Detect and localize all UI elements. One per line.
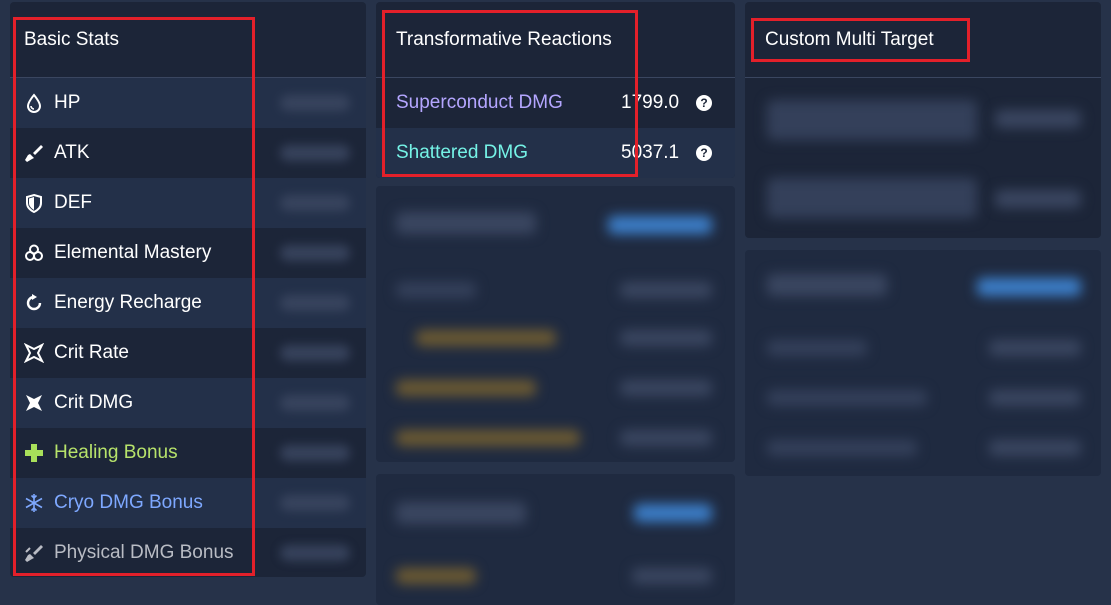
blurred-value: [280, 395, 350, 411]
stat-row: Crit DMG: [10, 378, 366, 428]
transformative-title: Transformative Reactions: [396, 28, 612, 50]
basic-stats-list: HP ATK DEF Elemental Mastery Energy Recharge…: [10, 78, 366, 577]
blurred-content: [632, 568, 712, 584]
stat-label: Healing Bonus: [54, 442, 178, 463]
blurred-panel-middle-2: [376, 474, 735, 605]
blurred-content: [977, 278, 1081, 296]
blurred-content: [989, 340, 1081, 356]
sword-icon: [24, 143, 44, 163]
stat-row: DEF: [10, 178, 366, 228]
blurred-content: [767, 178, 977, 218]
blurred-content: [620, 282, 712, 298]
blurred-content: [396, 380, 536, 396]
custom-multi-target-header: Custom Multi Target: [745, 2, 1101, 78]
stat-label: Crit DMG: [54, 392, 134, 413]
crit-dmg-icon: [24, 393, 44, 413]
snowflake-icon: [24, 493, 44, 513]
stat-label: HP: [54, 92, 81, 113]
drop-icon: [24, 93, 44, 113]
blurred-value: [280, 345, 350, 361]
stat-row: ATK: [10, 128, 366, 178]
blurred-content: [989, 390, 1081, 406]
stat-row: Healing Bonus: [10, 428, 366, 478]
blurred-panel-middle-1: [376, 186, 735, 462]
reaction-row-shattered: Shattered DMG 5037.1 ?: [376, 128, 735, 178]
blurred-content: [620, 380, 712, 396]
blurred-content: [767, 340, 867, 356]
physical-icon: [24, 543, 44, 563]
blurred-content: [995, 110, 1081, 128]
stat-row: Energy Recharge: [10, 278, 366, 328]
transformative-header: Transformative Reactions: [376, 2, 735, 78]
blurred-value: [280, 295, 350, 311]
blurred-value: [280, 445, 350, 461]
stat-label: Elemental Mastery: [54, 242, 212, 263]
blurred-content: [767, 100, 977, 140]
stat-label: Cryo DMG Bonus: [54, 492, 203, 513]
blurred-content: [620, 430, 712, 446]
blurred-content: [396, 502, 526, 524]
stat-label: Crit Rate: [54, 342, 129, 363]
stat-label: Physical DMG Bonus: [54, 542, 234, 563]
blurred-content: [396, 282, 476, 298]
recharge-icon: [24, 293, 44, 313]
custom-multi-target-panel: Custom Multi Target: [745, 2, 1101, 238]
blurred-content: [634, 504, 712, 522]
blurred-content: [767, 274, 887, 296]
stat-label: DEF: [54, 192, 92, 213]
blurred-content: [767, 440, 917, 456]
basic-stats-header: Basic Stats: [10, 2, 366, 78]
blurred-value: [280, 95, 350, 111]
superconduct-value: 1799.0: [621, 92, 680, 113]
basic-stats-panel: Basic Stats HP ATK DEF Elemental Mastery Ene…: [10, 2, 366, 577]
shield-icon: [24, 193, 44, 213]
help-icon[interactable]: ?: [696, 95, 712, 111]
stat-row: HP: [10, 78, 366, 128]
blurred-content: [989, 440, 1081, 456]
blurred-content: [396, 212, 536, 234]
stat-row: Cryo DMG Bonus: [10, 478, 366, 528]
blurred-content: [767, 390, 927, 406]
custom-multi-target-title: Custom Multi Target: [765, 28, 934, 50]
blurred-content: [396, 430, 580, 446]
help-icon[interactable]: ?: [696, 145, 712, 161]
stat-row: Physical DMG Bonus: [10, 528, 366, 577]
stat-row: Crit Rate: [10, 328, 366, 378]
crit-rate-icon: [24, 343, 44, 363]
blurred-content: [995, 190, 1081, 208]
plus-icon: [24, 443, 44, 463]
superconduct-label: Superconduct DMG: [396, 92, 563, 113]
blurred-panel-right: [745, 250, 1101, 476]
blurred-content: [608, 216, 712, 234]
shattered-label: Shattered DMG: [396, 142, 528, 163]
blurred-value: [280, 545, 350, 561]
reaction-row-superconduct: Superconduct DMG 1799.0 ?: [376, 78, 735, 128]
shattered-value: 5037.1: [621, 142, 680, 163]
blurred-content: [396, 568, 476, 584]
stat-label: ATK: [54, 142, 90, 163]
blurred-value: [280, 245, 350, 261]
blurred-value: [280, 195, 350, 211]
basic-stats-title: Basic Stats: [24, 28, 120, 50]
atom-icon: [24, 243, 44, 263]
stat-label: Energy Recharge: [54, 292, 202, 313]
stat-row: Elemental Mastery: [10, 228, 366, 278]
blurred-value: [280, 495, 350, 511]
blurred-content: [416, 330, 556, 346]
blurred-content: [620, 330, 712, 346]
transformative-panel: Transformative Reactions Superconduct DM…: [376, 2, 735, 178]
blurred-value: [280, 145, 350, 161]
